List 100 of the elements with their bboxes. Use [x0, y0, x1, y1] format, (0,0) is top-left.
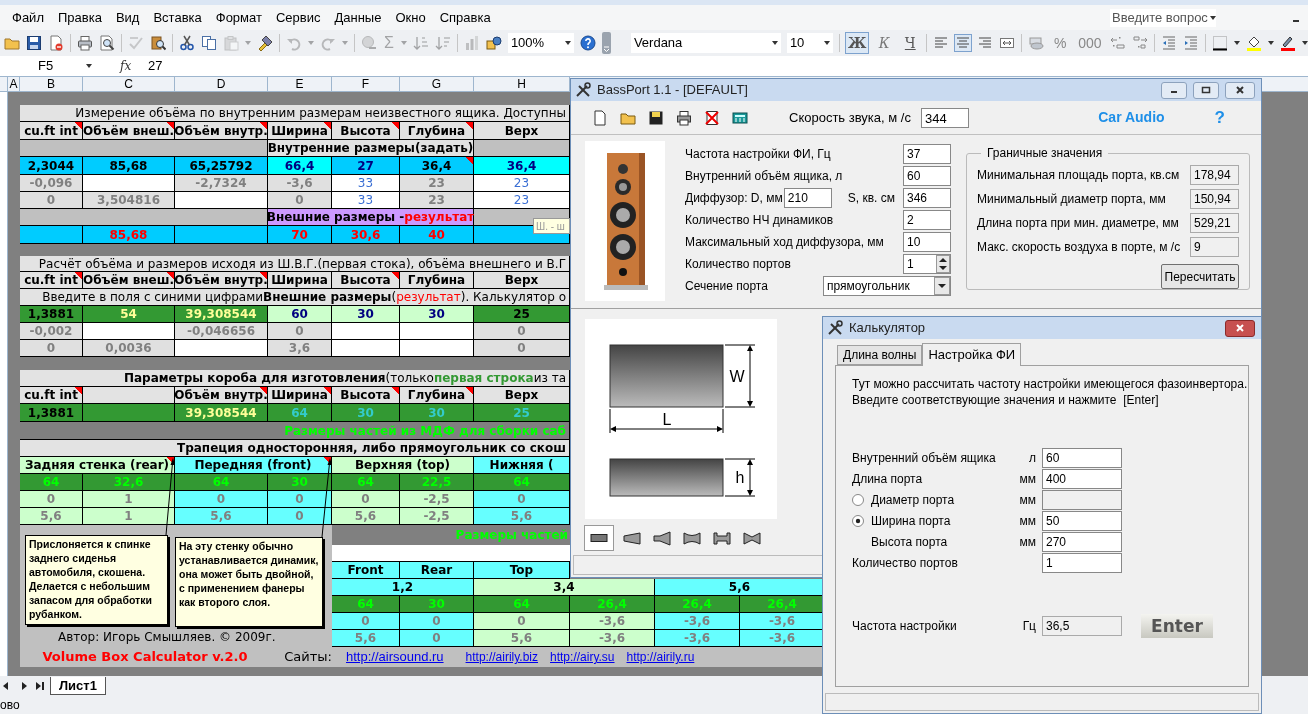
folder-icon[interactable]	[4, 35, 20, 51]
new-document-icon[interactable]	[591, 108, 609, 127]
input-field[interactable]: 60	[903, 166, 951, 186]
column-letter[interactable]: A	[8, 77, 20, 91]
column-letter[interactable]: F	[332, 77, 400, 91]
readonly-field: 9	[1190, 237, 1239, 257]
table-cell: 54	[83, 306, 175, 323]
delete-document-icon[interactable]	[703, 108, 721, 127]
table-cell: -3,6	[268, 175, 332, 192]
italic-button[interactable]: К	[874, 33, 895, 53]
zoom-field[interactable]: 100%	[507, 33, 574, 53]
input-field[interactable]: 400	[1042, 469, 1122, 489]
link[interactable]: http://airily.biz	[465, 648, 539, 666]
dropdown-arrow-icon	[823, 41, 830, 45]
restore-button[interactable]	[1193, 81, 1219, 99]
menu-item[interactable]: Справка	[439, 7, 491, 28]
fill-color-icon[interactable]	[1245, 35, 1262, 51]
close-button[interactable]	[1225, 319, 1255, 337]
input-field[interactable]: 210	[783, 188, 832, 208]
book-search-icon[interactable]	[150, 35, 166, 51]
input-field[interactable]: 60	[1042, 448, 1122, 468]
input-field[interactable]: 344	[920, 107, 969, 128]
print-preview-icon[interactable]	[99, 35, 115, 51]
input-field[interactable]: 37	[903, 144, 951, 164]
dropdown-arrow-icon[interactable]	[1267, 41, 1274, 45]
double-flared-tube-icon[interactable]	[681, 529, 703, 547]
menu-item[interactable]: Окно	[395, 7, 426, 28]
menu-item[interactable]: Правка	[57, 7, 102, 28]
column-header: Ширина	[268, 122, 332, 140]
function-label[interactable]: fx	[120, 57, 146, 75]
flanged-tube-icon[interactable]	[711, 529, 733, 547]
column-header: Высота	[332, 387, 400, 404]
table-cell: 26,4	[740, 596, 825, 613]
link[interactable]: http://airy.su	[550, 648, 615, 666]
close-button[interactable]	[1225, 81, 1255, 99]
last-sheet-icon[interactable]	[34, 680, 46, 692]
printer-icon[interactable]	[675, 108, 693, 127]
tab[interactable]: Длина волны	[837, 345, 923, 365]
tab[interactable]: Настройка ФИ	[922, 343, 1022, 366]
table-cell: 85,68	[83, 157, 175, 175]
menu-item[interactable]: Вставка	[153, 7, 202, 28]
font-size-field[interactable]: 10	[786, 33, 833, 53]
rectangle-icon[interactable]	[585, 526, 613, 550]
section-title: Расчёт объёма и размеров исходя из Ш.В.Г.(первая стока), объёма внешнего и В.Г	[20, 256, 570, 272]
table-cell: 40	[400, 226, 474, 244]
table-cell: 0	[20, 192, 83, 209]
sheet-tab[interactable]: Лист1	[50, 677, 106, 695]
help-search-field[interactable]: Введите вопрос	[1110, 8, 1216, 27]
dropdown-field[interactable]: прямоугольник	[823, 276, 951, 296]
menu-item[interactable]: Файл	[12, 7, 44, 28]
menu-item[interactable]: Сервис	[275, 7, 321, 28]
link[interactable]: http://airily.ru	[626, 648, 695, 666]
underline-button[interactable]: Ч	[900, 33, 921, 53]
input-field[interactable]: 50	[1042, 511, 1122, 531]
recalculate-button[interactable]: Пересчитать	[1161, 264, 1239, 289]
menu-item[interactable]: Вид	[115, 7, 140, 28]
help-icon[interactable]	[579, 35, 596, 51]
column-letter[interactable]: B	[20, 77, 83, 91]
bold-button[interactable]: Ж	[845, 33, 869, 53]
trapezoid-icon[interactable]	[621, 529, 643, 547]
flared-tube-icon[interactable]	[651, 529, 673, 547]
input-field[interactable]: 346	[903, 188, 951, 208]
input-field[interactable]: 10	[903, 232, 951, 252]
copy-icon[interactable]	[201, 35, 217, 51]
dropdown-arrow-icon[interactable]	[1233, 41, 1240, 45]
menu-item[interactable]: Формат	[215, 7, 262, 28]
menu-item[interactable]: Данные	[334, 7, 382, 28]
spin-field[interactable]: 1	[903, 254, 951, 274]
table-cell: 1,3881	[20, 306, 83, 323]
table-cell	[332, 323, 400, 340]
field-label: Частота настройки ФИ, Гц	[685, 146, 831, 163]
borders-icon[interactable]	[1211, 35, 1228, 51]
input-field[interactable]: 270	[1042, 532, 1122, 552]
column-letter[interactable]: C	[83, 77, 175, 91]
table-cell: 2,3044	[20, 157, 83, 175]
table-cell: 5,6	[20, 508, 83, 525]
link[interactable]: http://airsound.ru	[346, 647, 444, 667]
dropdown-arrow-icon[interactable]	[1301, 41, 1308, 45]
merge-cells-icon[interactable]	[999, 35, 1016, 51]
font-field[interactable]: Verdana	[630, 33, 781, 53]
column-letter[interactable]: G	[400, 77, 474, 91]
brush-icon[interactable]	[257, 35, 273, 51]
input-field[interactable]: 2	[903, 210, 951, 230]
spin-arrows-icon[interactable]	[936, 255, 950, 273]
document-restricted-icon[interactable]	[48, 35, 64, 51]
minimize-button[interactable]	[1161, 81, 1187, 99]
shapes-icon[interactable]	[485, 35, 502, 51]
bowtie-icon[interactable]	[741, 529, 763, 547]
column-letter[interactable]: D	[175, 77, 268, 91]
input-field[interactable]: 1	[1042, 553, 1122, 573]
readonly-field: 529,21	[1190, 213, 1239, 233]
radio-button[interactable]	[852, 515, 864, 527]
formula-field[interactable]: 27	[148, 56, 163, 76]
scissors-icon[interactable]	[179, 35, 195, 51]
enter-button[interactable]: Enter	[1141, 614, 1213, 638]
font-color-icon[interactable]	[1279, 35, 1296, 51]
column-letter[interactable]: E	[268, 77, 332, 91]
table-cell: 65,25792	[175, 157, 268, 175]
increase-decimal-icon[interactable]	[1109, 35, 1126, 51]
printer-icon[interactable]	[77, 35, 93, 51]
